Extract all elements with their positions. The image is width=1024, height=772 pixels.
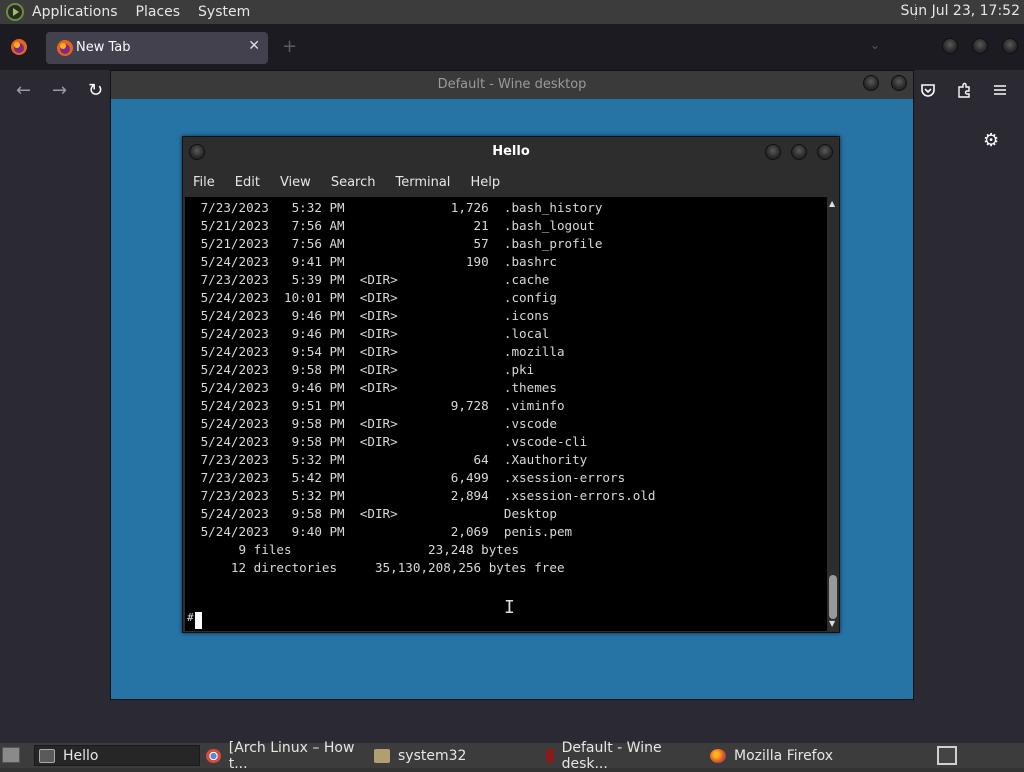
maximize-button[interactable]: [972, 38, 988, 54]
taskbar: Hello [Arch Linux – How t... system32 De…: [0, 740, 1024, 772]
chromium-icon: [206, 748, 221, 763]
listing-row: 5/24/2023 10:01 PM <DIR> .config: [193, 290, 557, 305]
close-tab-icon[interactable]: ✕: [248, 38, 260, 54]
ibeam-cursor-icon: I: [504, 597, 515, 618]
hello-terminal-window: Hello File Edit View Search Terminal Hel…: [182, 136, 840, 633]
listing-row: 5/21/2023 7:56 AM 57 .bash_profile: [193, 236, 603, 251]
taskbar-item-firefox[interactable]: Mozilla Firefox: [710, 745, 870, 766]
tab-label: New Tab: [76, 40, 131, 55]
taskbar-item-label: Mozilla Firefox: [734, 747, 834, 764]
new-tab-button[interactable]: +: [282, 36, 297, 57]
scroll-down-icon[interactable]: ▼: [829, 619, 835, 628]
listing-row: 7/23/2023 5:32 PM 1,726 .bash_history: [193, 200, 603, 215]
scroll-up-icon[interactable]: ▲: [829, 199, 835, 208]
listing-row: 7/23/2023 5:32 PM 64 .Xauthority: [193, 452, 588, 467]
clock[interactable]: Sun Jul 23, 17:52: [901, 3, 1021, 19]
hello-close-button[interactable]: [817, 144, 833, 160]
menu-places[interactable]: Places: [136, 4, 181, 20]
menu-view[interactable]: View: [280, 175, 311, 190]
taskbar-item-chromium[interactable]: [Arch Linux – How t...: [206, 740, 366, 772]
listing-row: 7/23/2023 5:39 PM <DIR> .cache: [193, 272, 550, 287]
terminal-scrollbar[interactable]: ▲ ▼: [827, 197, 839, 631]
listing-row: 5/24/2023 9:58 PM <DIR> .vscode: [193, 416, 557, 431]
listing-row: 5/24/2023 9:54 PM <DIR> .mozilla: [193, 344, 565, 359]
taskbar-item-hello[interactable]: Hello: [34, 745, 200, 766]
menu-terminal[interactable]: Terminal: [395, 175, 450, 190]
forward-button[interactable]: →: [52, 80, 67, 101]
minimize-button[interactable]: [942, 38, 958, 54]
listing-row: 5/24/2023 9:40 PM 2,069 penis.pem: [193, 524, 573, 539]
taskbar-item-wine-desktop[interactable]: Default - Wine desk...: [542, 740, 704, 772]
list-all-tabs-icon[interactable]: ⌄: [870, 38, 880, 52]
close-button[interactable]: [1002, 38, 1018, 54]
wine-minimize-button[interactable]: [863, 75, 879, 91]
listing-row: 5/24/2023 9:51 PM 9,728 .viminfo: [193, 398, 565, 413]
listing-row: 5/24/2023 9:58 PM <DIR> Desktop: [193, 506, 557, 521]
menu-edit[interactable]: Edit: [235, 175, 260, 190]
listing-row: 5/24/2023 9:58 PM <DIR> .vscode-cli: [193, 434, 588, 449]
pocket-icon[interactable]: [920, 82, 936, 98]
workspace-switcher[interactable]: [937, 746, 957, 765]
listing-row: 5/24/2023 9:46 PM <DIR> .local: [193, 326, 550, 341]
summary-files: 9 files 23,248 bytes: [193, 542, 520, 557]
wine-titlebar[interactable]: Default - Wine desktop: [111, 71, 913, 99]
tab-new-tab[interactable]: New Tab ✕: [46, 32, 268, 64]
shell-prompt: #: [187, 611, 194, 624]
listing-row: 5/24/2023 9:46 PM <DIR> .themes: [193, 380, 557, 395]
listing-row: 7/23/2023 5:42 PM 6,499 .xsession-errors: [193, 470, 626, 485]
wine-close-button[interactable]: [891, 75, 907, 91]
taskbar-item-label: system32: [398, 747, 467, 764]
listing-row: 5/21/2023 7:56 AM 21 .bash_logout: [193, 218, 595, 233]
text-cursor: [195, 612, 202, 629]
top-panel: Applications Places System Sun Jul 23, 1…: [0, 0, 1024, 24]
taskbar-item-label: Default - Wine desk...: [561, 739, 662, 772]
menu-search[interactable]: Search: [331, 175, 376, 190]
extensions-icon[interactable]: [956, 82, 972, 98]
taskbar-item-label: Hello: [63, 747, 99, 764]
menu-icon[interactable]: [992, 82, 1008, 98]
menu-file[interactable]: File: [193, 175, 215, 190]
menu-applications[interactable]: Applications: [32, 4, 118, 20]
listing-row: 5/24/2023 9:58 PM <DIR> .pki: [193, 362, 535, 377]
hello-menubar: File Edit View Search Terminal Help: [183, 167, 839, 197]
listing-row: 7/23/2023 5:32 PM 2,894 .xsession-errors…: [193, 488, 656, 503]
firefox-view-icon[interactable]: [10, 38, 28, 56]
reload-button[interactable]: ↻: [88, 80, 103, 101]
taskbar-item-system32[interactable]: system32: [374, 745, 534, 766]
settings-gear-icon[interactable]: ⚙: [983, 130, 999, 151]
hello-maximize-button[interactable]: [791, 144, 807, 160]
firefox-icon: [57, 40, 73, 56]
terminal-icon: [39, 748, 55, 763]
tab-bar: New Tab ✕ + ⌄: [0, 24, 1024, 70]
listing-row: 5/24/2023 9:41 PM 190 .bashrc: [193, 254, 557, 269]
show-desktop-icon[interactable]: [2, 747, 20, 763]
terminal-screen[interactable]: 7/23/2023 5:32 PM 1,726 .bash_history 5/…: [185, 197, 827, 631]
summary-dirs: 12 directories 35,130,208,256 bytes free: [193, 560, 565, 575]
wine-icon: [546, 748, 554, 763]
taskbar-item-label: [Arch Linux – How t...: [228, 739, 355, 772]
menu-help[interactable]: Help: [470, 175, 500, 190]
back-button[interactable]: ←: [16, 80, 31, 101]
hello-minimize-button[interactable]: [765, 144, 781, 160]
hello-titlebar[interactable]: Hello: [183, 137, 839, 167]
menu-system[interactable]: System: [198, 4, 250, 20]
firefox-icon: [710, 748, 726, 763]
listing-row: 5/24/2023 9:46 PM <DIR> .icons: [193, 308, 550, 323]
folder-icon: [374, 748, 390, 763]
scrollbar-thumb[interactable]: [829, 575, 837, 619]
distro-logo-icon[interactable]: [6, 3, 24, 21]
window-menu-button[interactable]: [189, 144, 205, 160]
